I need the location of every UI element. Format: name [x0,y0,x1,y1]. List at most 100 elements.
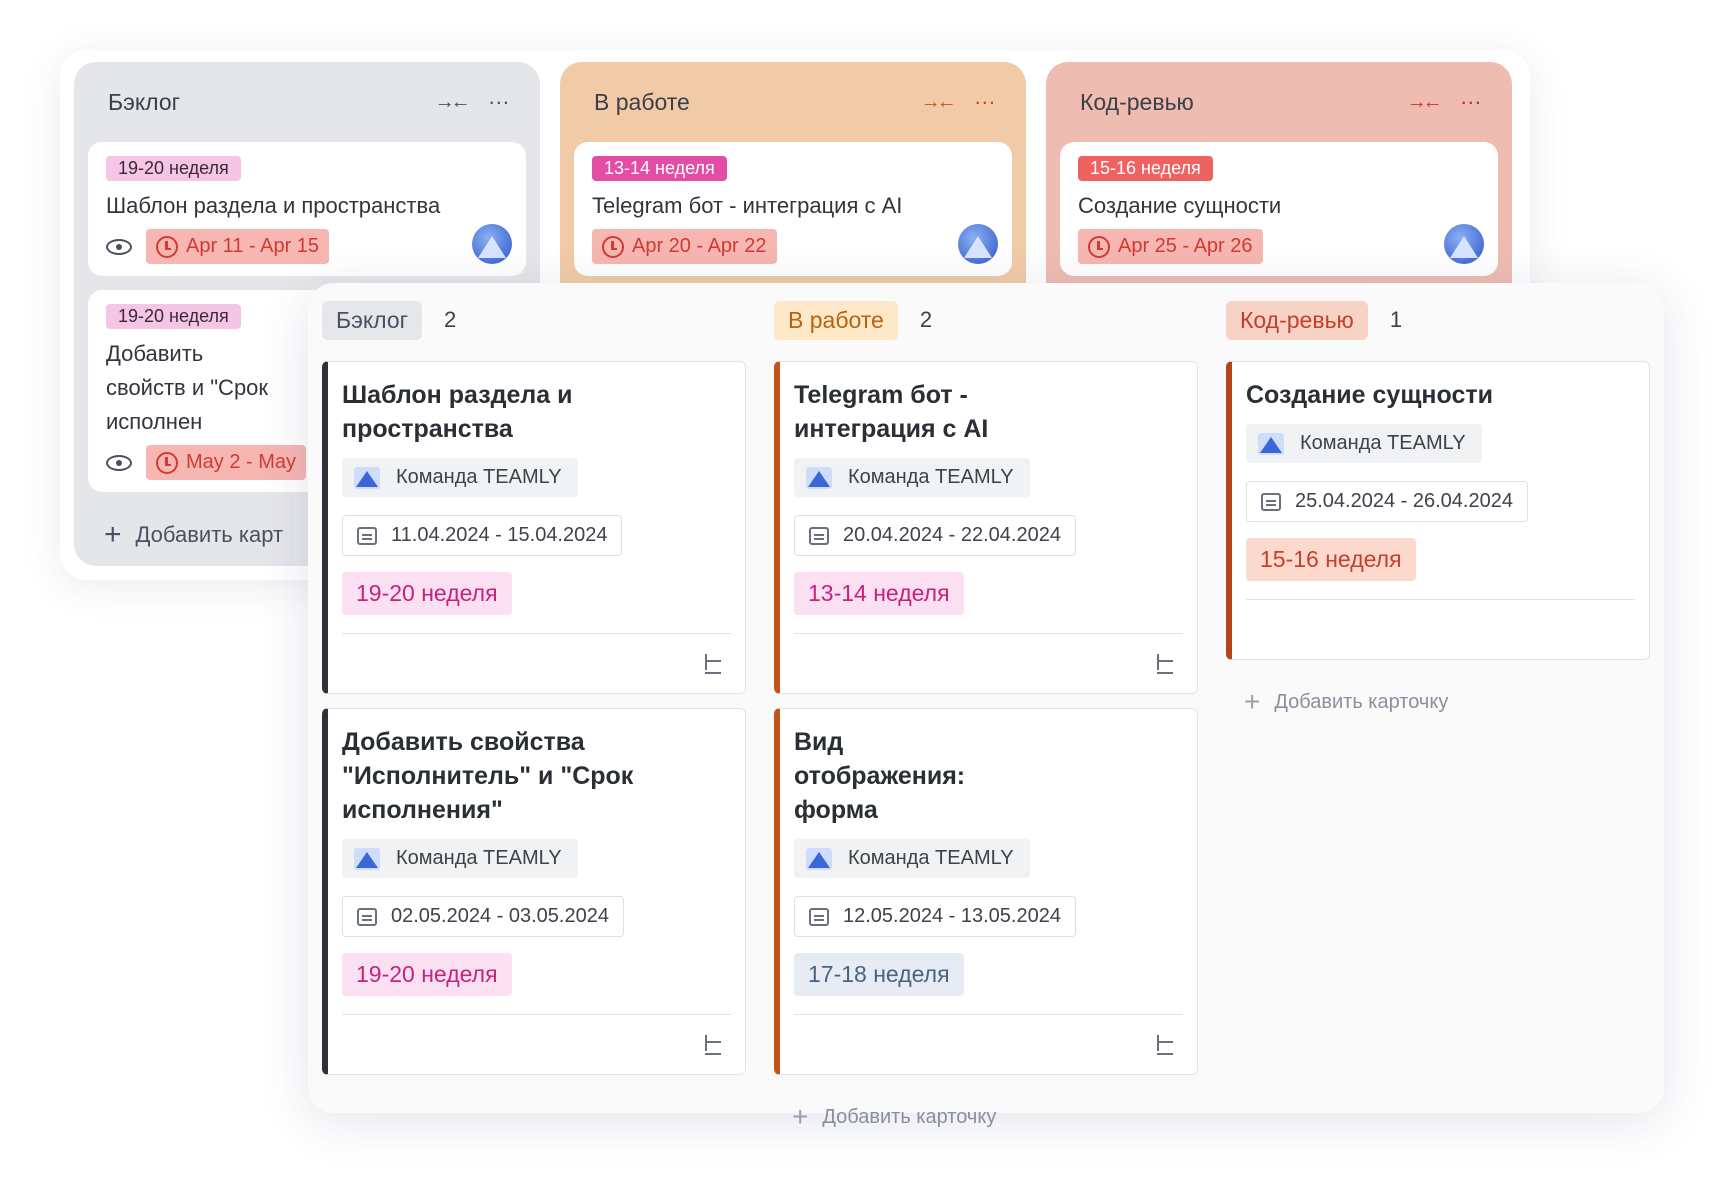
week-tag: 19-20 неделя [106,156,241,181]
team-name: Команда TEAMLY [396,847,562,869]
calendar-icon [1261,492,1281,511]
team-chip[interactable]: Команда TEAMLY [794,839,1030,878]
card-count: 2 [919,307,933,332]
clock-icon [156,235,178,258]
date-range[interactable]: 02.05.2024 - 03.05.2024 [342,896,624,937]
bg-column-header: Бэклог →← ... [88,62,526,142]
week-tag: 19-20 неделя [106,304,241,329]
team-logo-icon [806,466,832,489]
card-title: Шаблон раздела и пространства [106,193,441,218]
card-footer [794,633,1183,693]
status-pill[interactable]: В работе [774,300,898,340]
collapse-arrows-icon[interactable]: →← [1407,91,1443,114]
team-name: Команда TEAMLY [1300,432,1466,454]
team-chip[interactable]: Команда TEAMLY [794,458,1030,497]
week-tag[interactable]: 17-18 неделя [794,953,964,996]
due-date-chip[interactable]: Apr 25 - Apr 26 [1078,229,1263,264]
bg-card[interactable]: 15-16 неделя Создание сущности Apr 25 - … [1060,142,1498,276]
status-pill[interactable]: Бэклог [322,300,423,340]
team-logo-icon [1258,432,1284,455]
collapse-arrows-icon[interactable]: →← [435,91,471,114]
plus-icon: + [1244,686,1261,717]
task-card[interactable]: Шаблон раздела и пространства Команда TE… [322,361,746,694]
week-tag[interactable]: 13-14 неделя [794,572,964,615]
date-range-text: 02.05.2024 - 03.05.2024 [391,905,609,927]
due-date-text: Apr 11 - Apr 15 [186,235,320,257]
subtasks-icon[interactable] [703,1035,725,1055]
date-range-text: 11.04.2024 - 15.04.2024 [391,524,608,546]
due-date-chip[interactable]: May 2 - May [146,445,307,480]
card-title: Telegram бот - интеграция с AI [794,381,989,443]
team-logo-icon [806,847,832,870]
card-title: Добавить свойств и "Срок исполнен [106,341,269,434]
team-chip[interactable]: Команда TEAMLY [342,839,578,878]
week-tag[interactable]: 19-20 неделя [342,572,512,615]
team-chip[interactable]: Команда TEAMLY [342,458,578,497]
week-tag[interactable]: 19-20 неделя [342,953,512,996]
card-footer [1246,599,1635,659]
card-title: Добавить свойства "Исполнитель" и "Срок … [342,728,634,824]
more-dots-icon[interactable]: ... [489,86,510,108]
eye-icon[interactable] [106,238,132,255]
assignee-avatar[interactable] [1444,224,1484,264]
plus-icon: + [104,518,122,551]
card-count: 2 [444,307,457,332]
plus-icon: + [792,1101,809,1132]
collapse-arrows-icon[interactable]: →← [921,91,957,114]
subtasks-icon[interactable] [1155,1035,1177,1055]
column-header: Бэклог 2 [322,297,746,343]
card-count: 1 [1389,307,1403,332]
eye-icon[interactable] [106,454,132,471]
card-footer [794,1014,1183,1074]
more-dots-icon[interactable]: ... [1461,86,1482,108]
bg-card[interactable]: 13-14 неделя Telegram бот - интеграция с… [574,142,1012,276]
bg-column-title: Код-ревью [1080,88,1194,115]
assignee-avatar[interactable] [472,224,512,264]
card-footer [342,1014,731,1074]
calendar-icon [809,907,829,926]
task-card[interactable]: Добавить свойства "Исполнитель" и "Срок … [322,708,746,1075]
card-title: Создание сущности [1078,193,1282,218]
clock-icon [1088,235,1110,258]
date-range[interactable]: 20.04.2024 - 22.04.2024 [794,515,1076,556]
kanban-showcase: Бэклог →← ... 19-20 неделя Шаблон раздел… [0,0,1720,1182]
date-range-text: 12.05.2024 - 13.05.2024 [843,905,1061,927]
column-header: Код-ревью 1 [1226,297,1650,343]
task-card[interactable]: Вид отображения: форма Команда TEAMLY 12… [774,708,1198,1075]
date-range[interactable]: 12.05.2024 - 13.05.2024 [794,896,1076,937]
clock-icon [156,451,178,474]
add-card-button[interactable]: + Добавить карточку [774,1089,1198,1145]
team-chip[interactable]: Команда TEAMLY [1246,424,1482,463]
status-pill[interactable]: Код-ревью [1226,300,1368,340]
bg-column-header: Код-ревью →← ... [1060,62,1498,142]
bg-card[interactable]: 19-20 неделя Шаблон раздела и пространст… [88,142,526,276]
card-title: Вид отображения: форма [794,728,966,824]
bg-column-in-progress: В работе →← ... 13-14 неделя Telegram бо… [560,62,1026,307]
task-card[interactable]: Создание сущности Команда TEAMLY 25.04.2… [1226,361,1650,660]
add-card-button[interactable]: + Добавить карточку [1226,674,1650,730]
date-range-text: 20.04.2024 - 22.04.2024 [843,524,1061,546]
due-date-chip[interactable]: Apr 20 - Apr 22 [592,229,777,264]
calendar-icon [357,907,377,926]
date-range[interactable]: 25.04.2024 - 26.04.2024 [1246,481,1528,522]
column-backlog: Бэклог 2 Шаблон раздела и пространства К… [308,283,760,1113]
date-range[interactable]: 11.04.2024 - 15.04.2024 [342,515,623,556]
task-card[interactable]: Telegram бот - интеграция с AI Команда T… [774,361,1198,694]
bg-column-header: В работе →← ... [574,62,1012,142]
subtasks-icon[interactable] [703,654,725,674]
team-logo-icon [354,466,380,489]
subtasks-icon[interactable] [1155,654,1177,674]
due-date-chip[interactable]: Apr 11 - Apr 15 [146,229,330,264]
due-date-text: Apr 20 - Apr 22 [632,235,767,257]
add-card-label: Добавить карточку [1274,690,1449,713]
calendar-icon [809,526,829,545]
add-card-label: Добавить карт [135,522,284,547]
team-name: Команда TEAMLY [848,466,1014,488]
assignee-avatar[interactable] [958,224,998,264]
more-dots-icon[interactable]: ... [975,86,996,108]
kanban-board: Бэклог 2 Шаблон раздела и пространства К… [308,283,1664,1131]
week-tag[interactable]: 15-16 неделя [1246,538,1416,581]
week-tag: 13-14 неделя [592,156,727,181]
card-title: Telegram бот - интеграция с AI [592,193,903,218]
bg-column-title: Бэклог [108,88,181,115]
